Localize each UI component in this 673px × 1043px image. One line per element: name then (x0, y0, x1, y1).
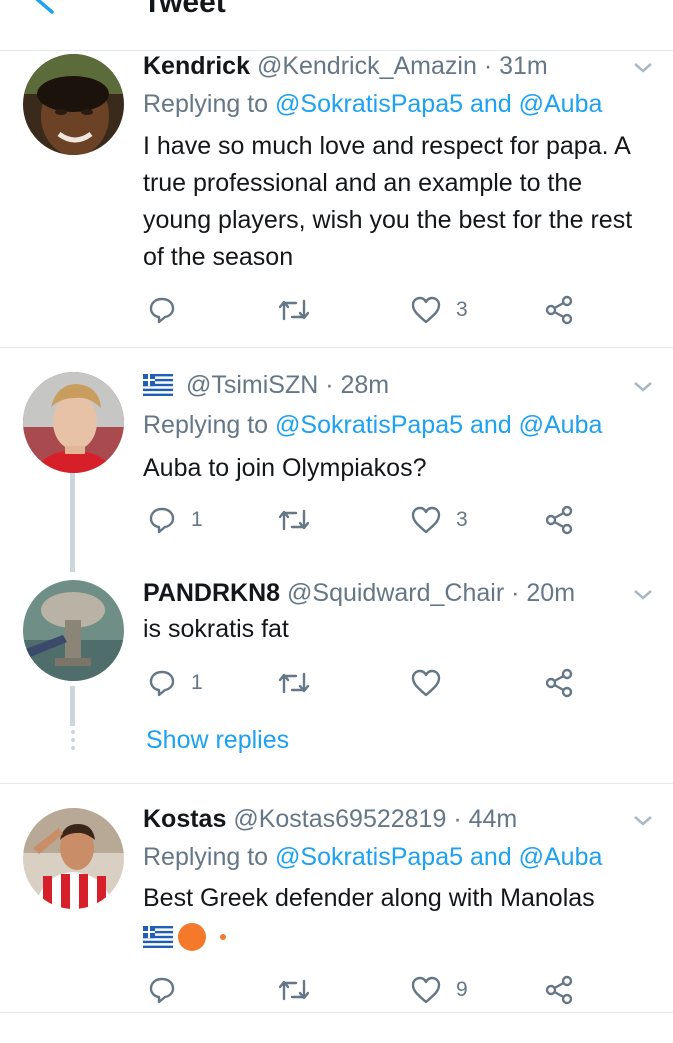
replying-prefix: Replying to (143, 90, 269, 118)
greek-flag-icon (143, 926, 173, 948)
retweet-button[interactable] (276, 500, 326, 540)
like-icon (411, 976, 441, 1004)
retweet-icon (278, 672, 310, 694)
reply-button[interactable] (147, 970, 191, 1010)
retweet-icon (278, 509, 310, 531)
replying-to: Replying to @SokratisPapa5 and @Auba (143, 89, 602, 119)
replying-to: Replying to @SokratisPapa5 and @Auba (143, 410, 602, 440)
tweet-actions: 1 3 (143, 500, 603, 540)
page-title: Tweet (143, 0, 226, 19)
emoji-row (143, 922, 227, 952)
chevron-down-icon[interactable] (630, 587, 656, 603)
handle[interactable]: @Kostas69522819 (233, 805, 446, 833)
reply-count: 1 (191, 671, 203, 694)
thread-dots (71, 730, 75, 754)
like-icon (411, 506, 441, 534)
top-bar: Tweet (0, 0, 673, 51)
timestamp[interactable]: 31m (499, 52, 548, 80)
share-button[interactable] (543, 663, 575, 703)
reply-icon (149, 507, 175, 534)
replying-prefix: Replying to (143, 411, 269, 439)
timestamp[interactable]: 28m (341, 371, 390, 399)
share-button[interactable] (543, 290, 575, 330)
replying-to-link[interactable]: @SokratisPapa5 and @Auba (275, 843, 602, 871)
tweet-header: PANDRKN8 @Squidward_Chair · 20m (143, 578, 628, 608)
tweet-actions: 1 (143, 663, 603, 703)
handle[interactable]: @TsimiSZN (186, 371, 318, 399)
avatar-kendrick[interactable] (23, 54, 124, 155)
tweet-text: Auba to join Olympiakos? (143, 454, 427, 482)
retweet-icon (278, 299, 310, 321)
tweet-header: Kendrick @Kendrick_Amazin · 31m (143, 51, 628, 81)
tweet-header: Kostas @Kostas69522819 · 44m (143, 804, 628, 834)
timestamp[interactable]: 20m (526, 579, 575, 607)
retweet-button[interactable] (276, 970, 326, 1010)
tweet-actions: 3 (143, 290, 603, 330)
tweet-text: I have so much love and respect for papa… (143, 132, 633, 271)
thread-line (70, 472, 75, 572)
reply-button[interactable]: 1 (147, 663, 203, 703)
like-count: 9 (456, 978, 468, 1001)
orange-dot-icon (220, 934, 226, 940)
retweet-button[interactable] (276, 663, 326, 703)
like-button[interactable]: 3 (410, 500, 468, 540)
like-icon (411, 296, 441, 324)
tweet-text: Best Greek defender along with Manolas (143, 884, 595, 912)
reply-button[interactable] (147, 290, 191, 330)
tweet-text: is sokratis fat (143, 615, 289, 643)
avatar-tsimiszn[interactable] (23, 372, 124, 473)
share-icon (545, 505, 573, 535)
tweet-divider (0, 1012, 673, 1013)
like-icon (411, 669, 441, 697)
handle[interactable]: @Squidward_Chair (287, 579, 504, 607)
show-replies-link[interactable]: Show replies (146, 726, 289, 755)
separator-dot: · (511, 579, 520, 607)
separator-dot: · (483, 52, 493, 80)
like-button[interactable]: 9 (410, 970, 468, 1010)
timestamp[interactable]: 44m (469, 805, 518, 833)
replying-to-link[interactable]: @SokratisPapa5 and @Auba (275, 411, 602, 439)
share-icon (545, 295, 573, 325)
reply-icon (149, 977, 175, 1004)
display-name[interactable]: Kendrick (143, 52, 250, 80)
greek-flag-icon (143, 373, 173, 403)
replying-prefix: Replying to (143, 843, 269, 871)
reply-count: 1 (191, 508, 203, 531)
retweet-button[interactable] (276, 290, 326, 330)
separator-dot: · (453, 805, 462, 833)
share-button[interactable] (543, 970, 575, 1010)
replying-to: Replying to @SokratisPapa5 and @Auba (143, 842, 602, 872)
like-count: 3 (456, 298, 468, 321)
tweet-divider (0, 783, 673, 784)
share-icon (545, 975, 573, 1005)
share-icon (545, 668, 573, 698)
reply-button[interactable]: 1 (147, 500, 203, 540)
separator-dot: · (325, 371, 334, 399)
handle[interactable]: @Kendrick_Amazin (257, 52, 477, 80)
tweet-header: @TsimiSZN · 28m (143, 370, 628, 403)
retweet-icon (278, 979, 310, 1001)
avatar-kostas[interactable] (23, 808, 124, 909)
display-name[interactable]: PANDRKN8 (143, 579, 280, 607)
like-button[interactable] (410, 663, 456, 703)
orange-circle-emoji-icon (178, 923, 206, 951)
avatar-pandrkn8[interactable] (23, 580, 124, 681)
tweet-divider (0, 347, 673, 348)
reply-icon (149, 670, 175, 697)
reply-icon (149, 297, 175, 324)
replying-to-link[interactable]: @SokratisPapa5 and @Auba (275, 90, 602, 118)
like-count: 3 (456, 508, 468, 531)
chevron-down-icon[interactable] (630, 813, 656, 829)
thread-line (70, 686, 75, 726)
tweet-actions: 9 (143, 970, 603, 1010)
back-arrow-icon[interactable] (28, 0, 58, 16)
share-button[interactable] (543, 500, 575, 540)
like-button[interactable]: 3 (410, 290, 468, 330)
display-name[interactable]: Kostas (143, 805, 226, 833)
chevron-down-icon[interactable] (630, 60, 656, 76)
chevron-down-icon[interactable] (630, 379, 656, 395)
